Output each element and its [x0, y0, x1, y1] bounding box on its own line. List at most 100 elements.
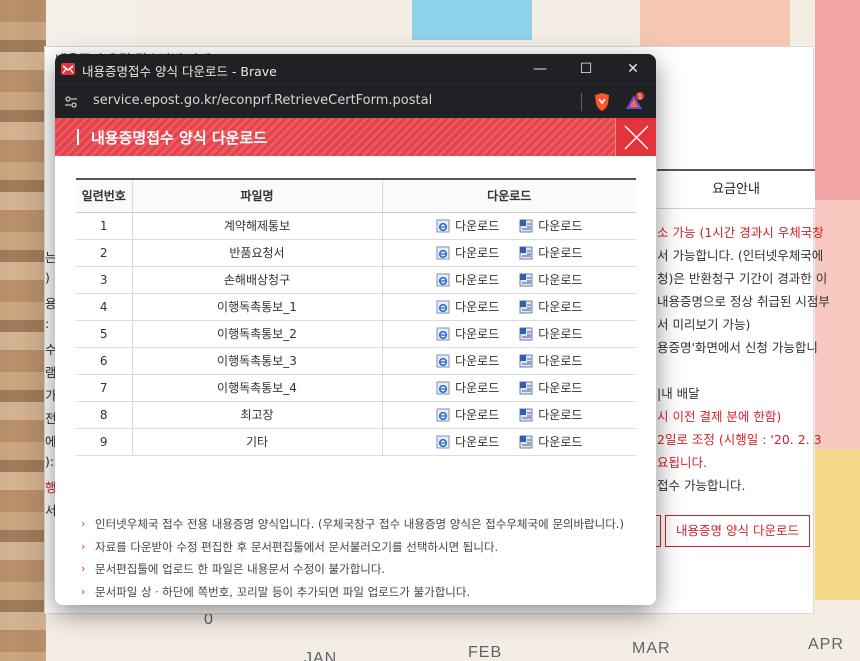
download-label: 다운로드 — [538, 435, 583, 449]
download-label: 다운로드 — [538, 354, 583, 368]
word-file-icon — [519, 435, 533, 449]
tab-fee-info[interactable]: 요금안내 — [657, 169, 815, 209]
url-text[interactable]: service.epost.go.kr/econprf.RetrieveCert… — [93, 93, 432, 108]
column-header-filename: 파일명 — [131, 178, 382, 213]
notice-item: › 자료를 다운받아 수정 편집한 후 문서편집툴에서 문서불러오기를 선택하시면… — [81, 539, 641, 562]
notice-text: 자료를 다운받아 수정 편집한 후 문서편집툴에서 문서불러오기를 선택하시면 … — [95, 539, 499, 554]
brave-shields-icon[interactable] — [593, 92, 611, 112]
envelope-app-icon — [61, 63, 75, 75]
hwp-file-icon — [436, 219, 450, 233]
serial-number: 7 — [76, 374, 132, 402]
popup-title: 내용증명접수 양식 다운로드 — [91, 129, 268, 147]
file-name: 이행독촉통보_3 — [131, 347, 382, 375]
word-file-icon — [519, 408, 533, 422]
download-cell: 다운로드 다운로드 — [381, 266, 636, 294]
bg-info-line: 청)은 반환청구 기간이 경과한 이 — [657, 271, 828, 286]
close-window-button[interactable]: ✕ — [610, 54, 656, 84]
hwp-file-icon — [436, 246, 450, 260]
download-link-hwp[interactable]: 다운로드 — [436, 217, 499, 234]
bg-color-block — [412, 0, 532, 40]
table-row: 3 손해배상청구 다운로드 다운로드 — [76, 266, 636, 294]
bg-info-line: 2일로 조정 (시행일 : '20. 2. 3 — [657, 432, 822, 447]
download-link-doc[interactable]: 다운로드 — [519, 298, 582, 315]
notice-text: 문서편집툴에 업로드 한 파일은 내용문서 수정이 불가합니다. — [95, 562, 386, 576]
file-name: 계약해제통보 — [131, 212, 382, 240]
hwp-file-icon — [436, 327, 450, 341]
table-row: 8 최고장 다운로드 다운로드 — [76, 401, 636, 429]
download-link-doc[interactable]: 다운로드 — [519, 271, 582, 288]
table-row: 5 이행독촉통보_2 다운로드 다운로드 — [76, 320, 636, 348]
download-label: 다운로드 — [455, 219, 500, 233]
window-titlebar[interactable]: 내용증명접수 양식 다운로드 - Brave — ☐ ✕ — [55, 54, 656, 84]
serial-number: 3 — [76, 266, 132, 294]
brave-rewards-icon[interactable]: 1 — [625, 92, 645, 112]
bg-color-block — [815, 0, 860, 200]
download-link-hwp[interactable]: 다운로드 — [436, 379, 499, 396]
download-link-hwp[interactable]: 다운로드 — [436, 244, 499, 261]
popup-window: 내용증명접수 양식 다운로드 - Brave — ☐ ✕ service.epo… — [55, 54, 656, 605]
file-name: 기타 — [131, 428, 382, 456]
download-cell: 다운로드 다운로드 — [381, 401, 636, 429]
address-bar[interactable]: service.epost.go.kr/econprf.RetrieveCert… — [55, 84, 656, 118]
bg-chart-axis: 0 JAN FEB MAR APR — [200, 610, 860, 661]
download-link-hwp[interactable]: 다운로드 — [436, 298, 499, 315]
download-link-doc[interactable]: 다운로드 — [519, 325, 582, 342]
form-download-button[interactable]: 내용증명 양식 다운로드 — [665, 515, 810, 547]
chart-month-label: APR — [808, 636, 844, 653]
maximize-button[interactable]: ☐ — [563, 54, 609, 84]
chevron-right-icon: › — [81, 562, 86, 575]
download-link-doc[interactable]: 다운로드 — [519, 217, 582, 234]
download-link-hwp[interactable]: 다운로드 — [436, 325, 499, 342]
download-label: 다운로드 — [538, 219, 583, 233]
bg-info-line: |내 배달 — [657, 386, 700, 401]
site-settings-icon[interactable] — [64, 95, 78, 109]
download-cell: 다운로드 다운로드 — [381, 320, 636, 348]
close-popup-button[interactable] — [615, 118, 656, 156]
download-link-doc[interactable]: 다운로드 — [519, 244, 582, 261]
file-name: 손해배상청구 — [131, 266, 382, 294]
rewards-badge: 1 — [638, 93, 642, 101]
download-link-doc[interactable]: 다운로드 — [519, 352, 582, 369]
download-label: 다운로드 — [455, 300, 500, 314]
bg-left-fragment: : — [45, 316, 50, 331]
notice-item: › 인터넷우체국 접수 전용 내용증명 양식입니다. (우체국창구 접수 내용증명… — [81, 516, 641, 539]
file-name: 이행독촉통보_1 — [131, 293, 382, 321]
table-row: 1 계약해제통보 다운로드 다운로드 — [76, 212, 636, 240]
word-file-icon — [519, 300, 533, 314]
download-label: 다운로드 — [455, 354, 500, 368]
hwp-file-icon — [436, 381, 450, 395]
word-file-icon — [519, 219, 533, 233]
download-cell: 다운로드 다운로드 — [381, 293, 636, 321]
download-link-doc[interactable]: 다운로드 — [519, 433, 582, 450]
hwp-file-icon — [436, 354, 450, 368]
notice-item: › 문서파일 상ㆍ하단에 쪽번호, 꼬리말 등이 추가되면 파일 업로드가 불가합… — [81, 584, 641, 606]
download-link-doc[interactable]: 다운로드 — [519, 379, 582, 396]
table-row: 9 기타 다운로드 다운로드 — [76, 428, 636, 456]
download-label: 다운로드 — [538, 408, 583, 422]
chevron-right-icon: › — [81, 517, 86, 530]
download-link-hwp[interactable]: 다운로드 — [436, 352, 499, 369]
table-row: 4 이행독촉통보_1 다운로드 다운로드 — [76, 293, 636, 321]
bg-color-block — [815, 450, 860, 600]
download-label: 다운로드 — [538, 327, 583, 341]
download-label: 다운로드 — [455, 435, 500, 449]
minimize-button[interactable]: — — [517, 54, 563, 84]
download-link-hwp[interactable]: 다운로드 — [436, 433, 499, 450]
download-label: 다운로드 — [455, 327, 500, 341]
word-file-icon — [519, 381, 533, 395]
hwp-file-icon — [436, 273, 450, 287]
download-link-hwp[interactable]: 다운로드 — [436, 406, 499, 423]
serial-number: 6 — [76, 347, 132, 375]
serial-number: 1 — [76, 212, 132, 240]
word-file-icon — [519, 246, 533, 260]
hwp-file-icon — [436, 435, 450, 449]
form-file-table: 일련번호 파일명 다운로드 1 계약해제통보 다운로드 다운로드 2 반품요청서 다운로드 다… — [76, 178, 636, 456]
bg-info-line: 접수 가능합니다. — [657, 478, 746, 493]
download-cell: 다운로드 다운로드 — [381, 239, 636, 267]
download-link-hwp[interactable]: 다운로드 — [436, 271, 499, 288]
chart-month-label: MAR — [632, 640, 671, 657]
column-header-download: 다운로드 — [381, 178, 636, 213]
download-link-doc[interactable]: 다운로드 — [519, 406, 582, 423]
table-body: 1 계약해제통보 다운로드 다운로드 2 반품요청서 다운로드 다운로드 3 손해배상청구 다운로드… — [76, 212, 636, 456]
download-label: 다운로드 — [538, 381, 583, 395]
